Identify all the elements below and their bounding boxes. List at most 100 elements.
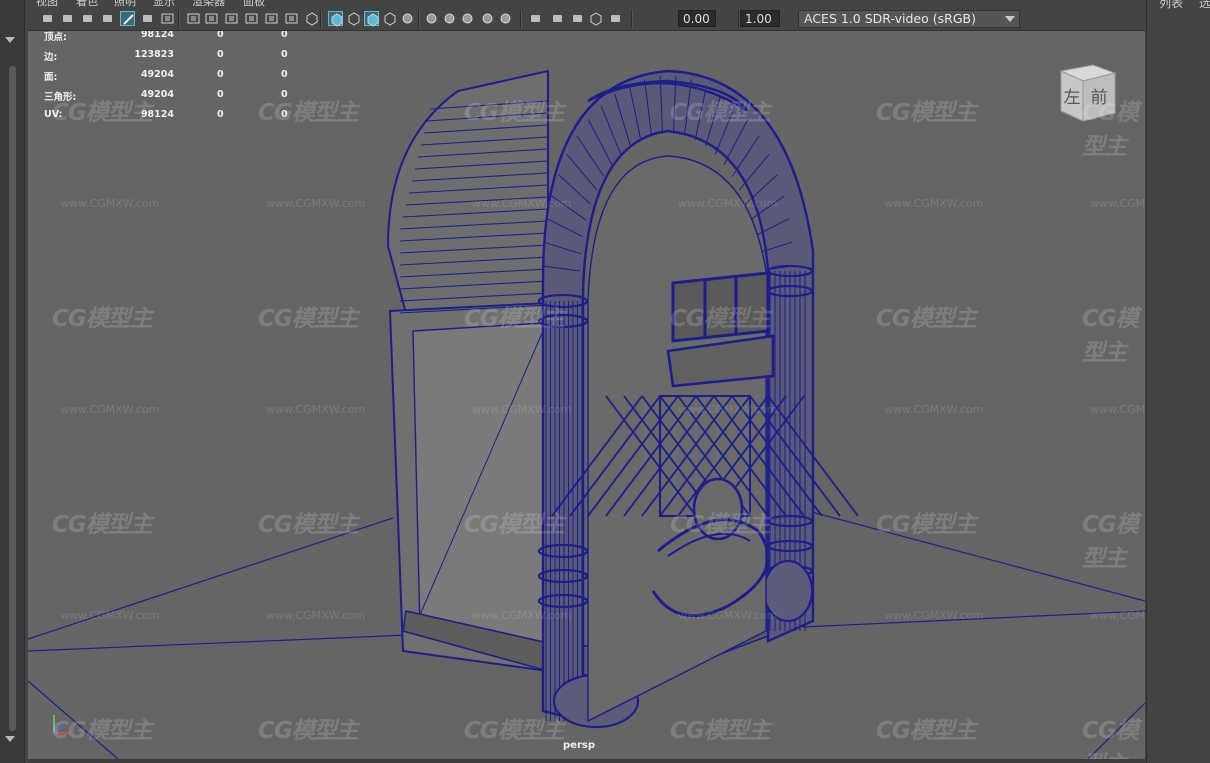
smooth-shade-icon[interactable] [328, 11, 343, 27]
watermark-logo: CG模型主 [258, 100, 359, 126]
hud-value: 49204 [140, 69, 174, 80]
watermark-url: www.CGMXW.com [1090, 609, 1145, 622]
menu-bar: 视图 着色 照明 显示 渲染器 面板 [0, 0, 1145, 8]
default-material-icon[interactable] [346, 11, 361, 26]
watermark-logo: CG模型主 [464, 512, 565, 538]
watermark-logo: CG模型主 [670, 718, 771, 744]
isolate-select-icon[interactable] [528, 11, 543, 26]
outliner-strip [0, 0, 25, 763]
watermark-logo: CG模型主 [670, 306, 771, 332]
exposure-icon[interactable] [608, 11, 623, 26]
hud-row: 边: 123823 0 0 [44, 49, 304, 69]
menu-lighting[interactable]: 照明 [114, 0, 136, 8]
hud-value: 0 [281, 49, 288, 60]
hud-label: 顶点: [44, 32, 67, 43]
menu-show[interactable]: 显示 [153, 0, 175, 8]
watermark-logo: CG模型主 [52, 512, 153, 538]
grease-pencil-icon[interactable] [120, 11, 135, 26]
gate-mask-icon[interactable] [224, 11, 239, 26]
watermark-url: www.CGMXW.com [678, 197, 778, 210]
safe-title-icon[interactable] [284, 11, 299, 26]
toolbar-separator [320, 10, 322, 28]
viewport-persp[interactable]: 顶点: 98124 0 0 边: 123823 0 0 面: 49204 0 0… [28, 31, 1145, 759]
colorspace-dropdown[interactable]: ACES 1.0 SDR-video (sRGB) [798, 10, 1020, 28]
watermark-url: www.CGMXW.com [884, 609, 984, 622]
hud-value: 0 [281, 31, 288, 40]
select-camera-icon[interactable] [40, 11, 55, 26]
wireframe-icon[interactable] [304, 11, 319, 26]
backface-icon[interactable] [588, 11, 603, 26]
hud-label: 边: [44, 52, 58, 63]
scroll-down-arrow-icon[interactable] [5, 736, 15, 742]
ambient-occlusion-icon[interactable] [442, 11, 457, 26]
right-side-panel: 列表 选 [1146, 0, 1210, 763]
watermark-url: www.CGMXW.com [472, 609, 572, 622]
depth-of-field-icon[interactable] [498, 11, 513, 26]
hud-value: 123823 [134, 49, 174, 60]
watermark-url: www.CGMXW.com [1090, 403, 1145, 416]
watermark-logo: CG模型主 [1082, 100, 1139, 160]
bookmark-icon[interactable] [80, 11, 95, 26]
watermark-logo: CG模型主 [670, 100, 771, 126]
watermark-logo: CG模型主 [670, 512, 771, 538]
toolbar-separator [520, 10, 522, 28]
hud-row: 顶点: 98124 0 0 [44, 31, 304, 49]
film-gate-icon[interactable] [186, 11, 201, 26]
watermark-logo: CG模型主 [464, 718, 565, 744]
gamma-field[interactable]: 1.00 [740, 10, 780, 27]
image-plane-icon[interactable] [100, 11, 115, 26]
hud-value: 0 [217, 69, 224, 80]
watermark-url: www.CGMXW.com [60, 197, 160, 210]
watermark-url: www.CGMXW.com [472, 197, 572, 210]
xray-joints-icon[interactable] [550, 11, 565, 26]
scrollbar[interactable] [9, 66, 16, 731]
colorspace-value: ACES 1.0 SDR-video (sRGB) [804, 11, 976, 26]
watermark-logo: CG模型主 [1082, 512, 1139, 572]
xray-icon[interactable] [382, 11, 397, 26]
xray-active-icon[interactable] [570, 11, 585, 26]
field-chart-icon[interactable] [244, 11, 259, 26]
scroll-up-arrow-icon[interactable] [5, 37, 15, 43]
camera-name-label: persp [563, 740, 595, 751]
hud-label: 面: [44, 72, 58, 83]
watermark-url: www.CGMXW.com [678, 609, 778, 622]
watermark-logo: CG模型主 [1082, 718, 1139, 759]
grid-icon[interactable] [160, 11, 175, 26]
tab-list[interactable]: 列表 [1159, 0, 1183, 11]
watermark-logo: CG模型主 [258, 718, 359, 744]
watermark-url: www.CGMXW.com [60, 609, 160, 622]
wireframe-on-shaded-icon[interactable] [364, 11, 379, 27]
2d-pan-zoom-icon[interactable] [140, 11, 155, 26]
hud-value: 98124 [140, 31, 174, 40]
tab-select[interactable]: 选 [1199, 0, 1210, 11]
watermark-logo: CG模型主 [52, 306, 153, 332]
hud-value: 0 [281, 69, 288, 80]
menu-shading[interactable]: 着色 [76, 0, 98, 8]
camera-attributes-icon[interactable] [60, 11, 75, 26]
menu-panels[interactable]: 面板 [243, 0, 265, 8]
hud-value: 0 [217, 31, 224, 40]
menu-view[interactable]: 视图 [36, 0, 58, 8]
jukebox-wireframe-model[interactable] [28, 31, 1145, 759]
motion-blur-icon[interactable] [460, 11, 475, 26]
resolution-gate-icon[interactable] [204, 11, 219, 26]
toolbar-separator [418, 10, 420, 28]
shadows-icon[interactable] [424, 11, 439, 26]
watermark-logo: CG模型主 [52, 100, 153, 126]
viewcube-left-face[interactable]: 左 [1064, 88, 1081, 108]
safe-action-icon[interactable] [264, 11, 279, 26]
watermark-url: www.CGMXW.com [266, 609, 366, 622]
watermark-logo: CG模型主 [52, 718, 153, 744]
watermark-logo: CG模型主 [876, 306, 977, 332]
watermark-url: www.CGMXW.com [884, 197, 984, 210]
lights-icon[interactable] [400, 11, 415, 26]
watermark-url: www.CGMXW.com [266, 197, 366, 210]
viewport-bottom-border [28, 759, 1145, 763]
exposure-field[interactable]: 0.00 [678, 10, 716, 27]
watermark-logo: CG模型主 [1082, 306, 1139, 366]
chevron-down-icon [1005, 16, 1015, 22]
menu-renderer[interactable]: 渲染器 [192, 0, 225, 8]
watermark-logo: CG模型主 [876, 100, 977, 126]
watermark-logo: CG模型主 [876, 718, 977, 744]
anti-aliasing-icon[interactable] [480, 11, 495, 26]
